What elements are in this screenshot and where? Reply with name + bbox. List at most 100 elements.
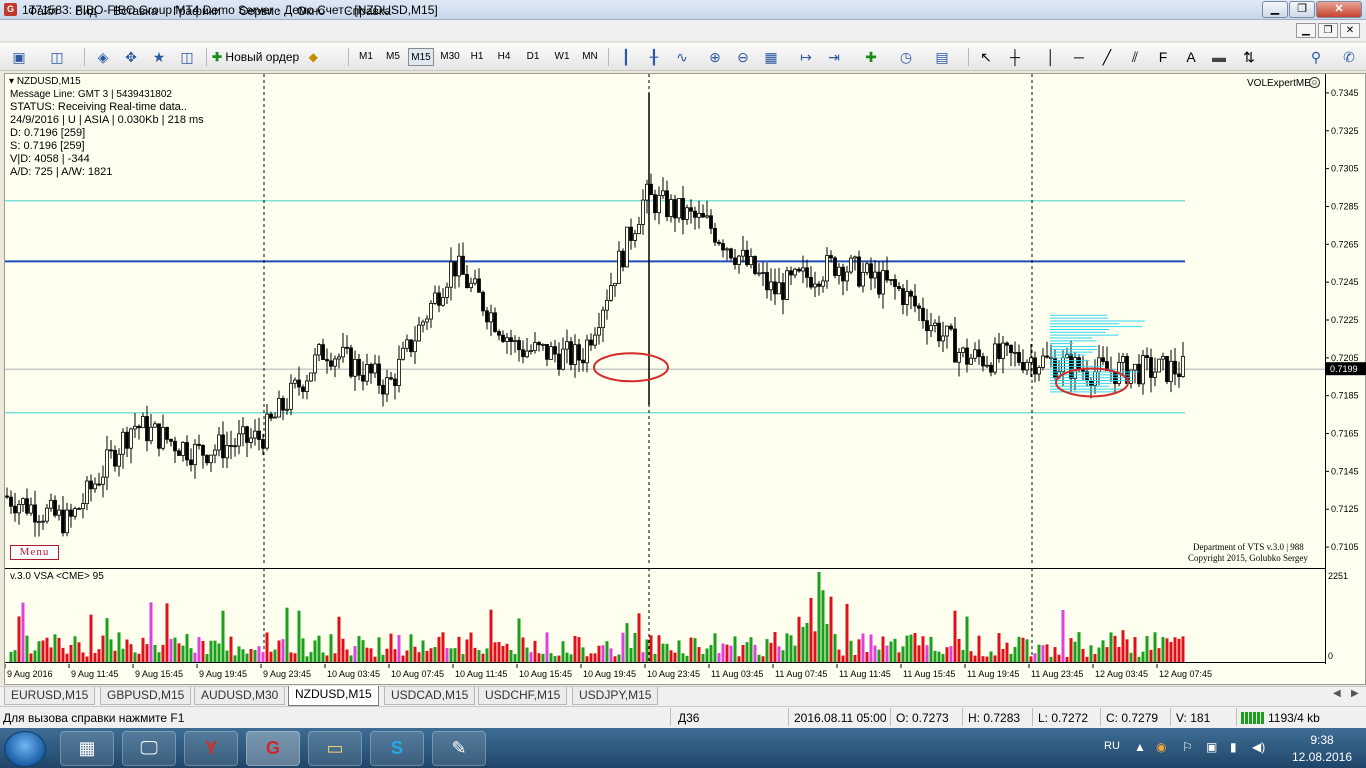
volume-bar (501, 645, 505, 662)
volume-bar (857, 639, 861, 662)
tray-device-icon[interactable]: ▣ (1206, 740, 1217, 754)
terminal-icon[interactable]: ◫ (176, 47, 198, 67)
crosshair-icon[interactable]: ┼ (1004, 47, 1026, 67)
taskbar-notepad-icon[interactable]: ✎ (432, 731, 486, 766)
taskbar-computer-icon[interactable]: 🖵 (122, 731, 176, 766)
timeframe-m15[interactable]: M15 (408, 48, 434, 66)
candle-chart-icon[interactable]: ╂ (643, 47, 665, 67)
vts-menu-button[interactable]: Menu (10, 545, 59, 560)
tab-usdchf[interactable]: USDCHF,M15 (478, 687, 568, 705)
timeframe-h1[interactable]: H1 (466, 48, 488, 66)
expert-name-label[interactable]: VOLExpertME (1247, 78, 1311, 89)
timeframe-mn[interactable]: MN (577, 48, 603, 66)
timeframe-h4[interactable]: H4 (493, 48, 515, 66)
templates-icon[interactable]: ▤ (931, 47, 953, 67)
child-restore-button[interactable]: ❐ (1318, 23, 1338, 38)
market-watch-icon[interactable]: ◈ (92, 47, 114, 67)
candle-body (817, 283, 821, 287)
navigator-icon[interactable]: ✥ (120, 47, 142, 67)
trendline-icon[interactable]: ╱ (1096, 47, 1118, 67)
new-order-button[interactable]: ✚ Новый ордер ◆ (212, 46, 346, 68)
tray-language[interactable]: RU (1104, 740, 1120, 752)
maximize-button[interactable]: ❐ (1289, 1, 1315, 18)
tab-scroll-left-icon[interactable]: ◀ (1333, 688, 1341, 699)
child-close-button[interactable]: ✕ (1340, 23, 1360, 38)
tab-audusd[interactable]: AUDUSD,M30 (194, 687, 286, 705)
taskbar-calculator-icon[interactable]: ▦ (60, 731, 114, 766)
close-button[interactable]: ✕ (1316, 1, 1362, 18)
text-label-icon[interactable]: ▬ (1208, 47, 1230, 67)
timeframe-m30[interactable]: M30 (437, 48, 463, 66)
menu-window[interactable]: Окно (297, 4, 325, 18)
chart-shift-icon[interactable]: ⇥ (823, 47, 845, 67)
menu-insert[interactable]: Вставка (113, 4, 158, 18)
tray-volume-icon[interactable]: ◀) (1252, 740, 1265, 754)
tray-network-icon[interactable]: ▮ (1230, 740, 1237, 754)
periods-icon[interactable]: ◷ (895, 47, 917, 67)
tab-nzdusd[interactable]: NZDUSD,M15 (288, 686, 379, 706)
tab-gbpusd[interactable]: GBPUSD,M15 (100, 687, 192, 705)
clock-time[interactable]: 9:38 (1300, 733, 1344, 747)
profiles-icon[interactable]: ◫ (46, 47, 68, 67)
clock-date[interactable]: 12.08.2016 (1283, 750, 1361, 764)
taskbar-fibo-terminal-icon[interactable]: G (246, 731, 300, 766)
volume-chart[interactable] (5, 568, 1325, 664)
autoscroll-icon[interactable]: ↦ (795, 47, 817, 67)
child-minimize-button[interactable]: ▁ (1296, 23, 1316, 38)
tray-expand-icon[interactable]: ▲ (1134, 740, 1146, 754)
timeframe-w1[interactable]: W1 (550, 48, 574, 66)
volume-bar (101, 635, 105, 662)
tile-windows-icon[interactable]: ▦ (760, 47, 782, 67)
tray-flag-icon[interactable]: ⚐ (1182, 740, 1193, 754)
favorites-icon[interactable]: ★ (148, 47, 170, 67)
cursor-icon[interactable]: ↖ (975, 47, 997, 67)
price-chart[interactable] (5, 74, 1325, 566)
channel-icon[interactable]: ⫽ (1124, 47, 1146, 67)
candle-body (137, 425, 141, 429)
minimize-button[interactable]: ▁ (1262, 1, 1288, 18)
arrows-icon[interactable]: ⇅ (1238, 47, 1260, 67)
volume-bar (333, 653, 337, 662)
community-icon[interactable]: ✆ (1338, 47, 1360, 67)
volume-bar (485, 648, 489, 662)
tray-app-icon[interactable]: ◉ (1156, 740, 1166, 754)
search-icon[interactable]: ⚲ (1305, 47, 1327, 67)
taskbar-yandex-icon[interactable]: Y (184, 731, 238, 766)
start-button[interactable] (4, 731, 46, 767)
text-icon[interactable]: A (1180, 47, 1202, 67)
info-accumulation: A/D: 725 | A/W: 1821 (10, 166, 113, 178)
candle-body (365, 364, 369, 382)
menu-help[interactable]: Справка (344, 4, 391, 18)
volume-bar (337, 616, 341, 662)
zoom-in-icon[interactable]: ⊕ (704, 47, 726, 67)
tab-usdcad[interactable]: USDCAD,M15 (384, 687, 476, 705)
candle-body (329, 360, 333, 367)
fibo-icon[interactable]: F (1152, 47, 1174, 67)
timeframe-m1[interactable]: M1 (354, 48, 378, 66)
timeframe-d1[interactable]: D1 (522, 48, 544, 66)
horizontal-line-icon[interactable]: ─ (1068, 47, 1090, 67)
volume-bar (829, 596, 833, 662)
taskbar-explorer-icon[interactable]: ▭ (308, 731, 362, 766)
indicators-icon[interactable]: ✚ (860, 47, 882, 67)
menu-file[interactable]: Файл (28, 4, 58, 18)
status-profile[interactable]: Д36 (678, 711, 699, 725)
tab-usdjpy[interactable]: USDJPY,M15 (572, 687, 659, 705)
timeframe-m5[interactable]: M5 (381, 48, 405, 66)
candle-body (785, 270, 789, 300)
bar-chart-icon[interactable]: ┃ (615, 47, 637, 67)
menu-view[interactable]: Вид (75, 4, 97, 18)
expert-advisor-icon[interactable]: ◆ (309, 50, 318, 64)
candle-body (673, 199, 677, 219)
new-chart-icon[interactable]: ▣ (8, 47, 30, 67)
line-chart-icon[interactable]: ∿ (671, 47, 693, 67)
expert-status-icon[interactable]: ☺ (1309, 77, 1320, 88)
tab-eurusd[interactable]: EURUSD,M15 (4, 687, 96, 705)
taskbar-skype-icon[interactable]: S (370, 731, 424, 766)
menu-tools[interactable]: Сервис (239, 4, 280, 18)
zoom-out-icon[interactable]: ⊖ (732, 47, 754, 67)
vertical-line-icon[interactable]: │ (1040, 47, 1062, 67)
tab-scroll-right-icon[interactable]: ▶ (1351, 688, 1359, 699)
volume-bar (897, 652, 901, 662)
menu-charts[interactable]: Графики (173, 4, 221, 18)
